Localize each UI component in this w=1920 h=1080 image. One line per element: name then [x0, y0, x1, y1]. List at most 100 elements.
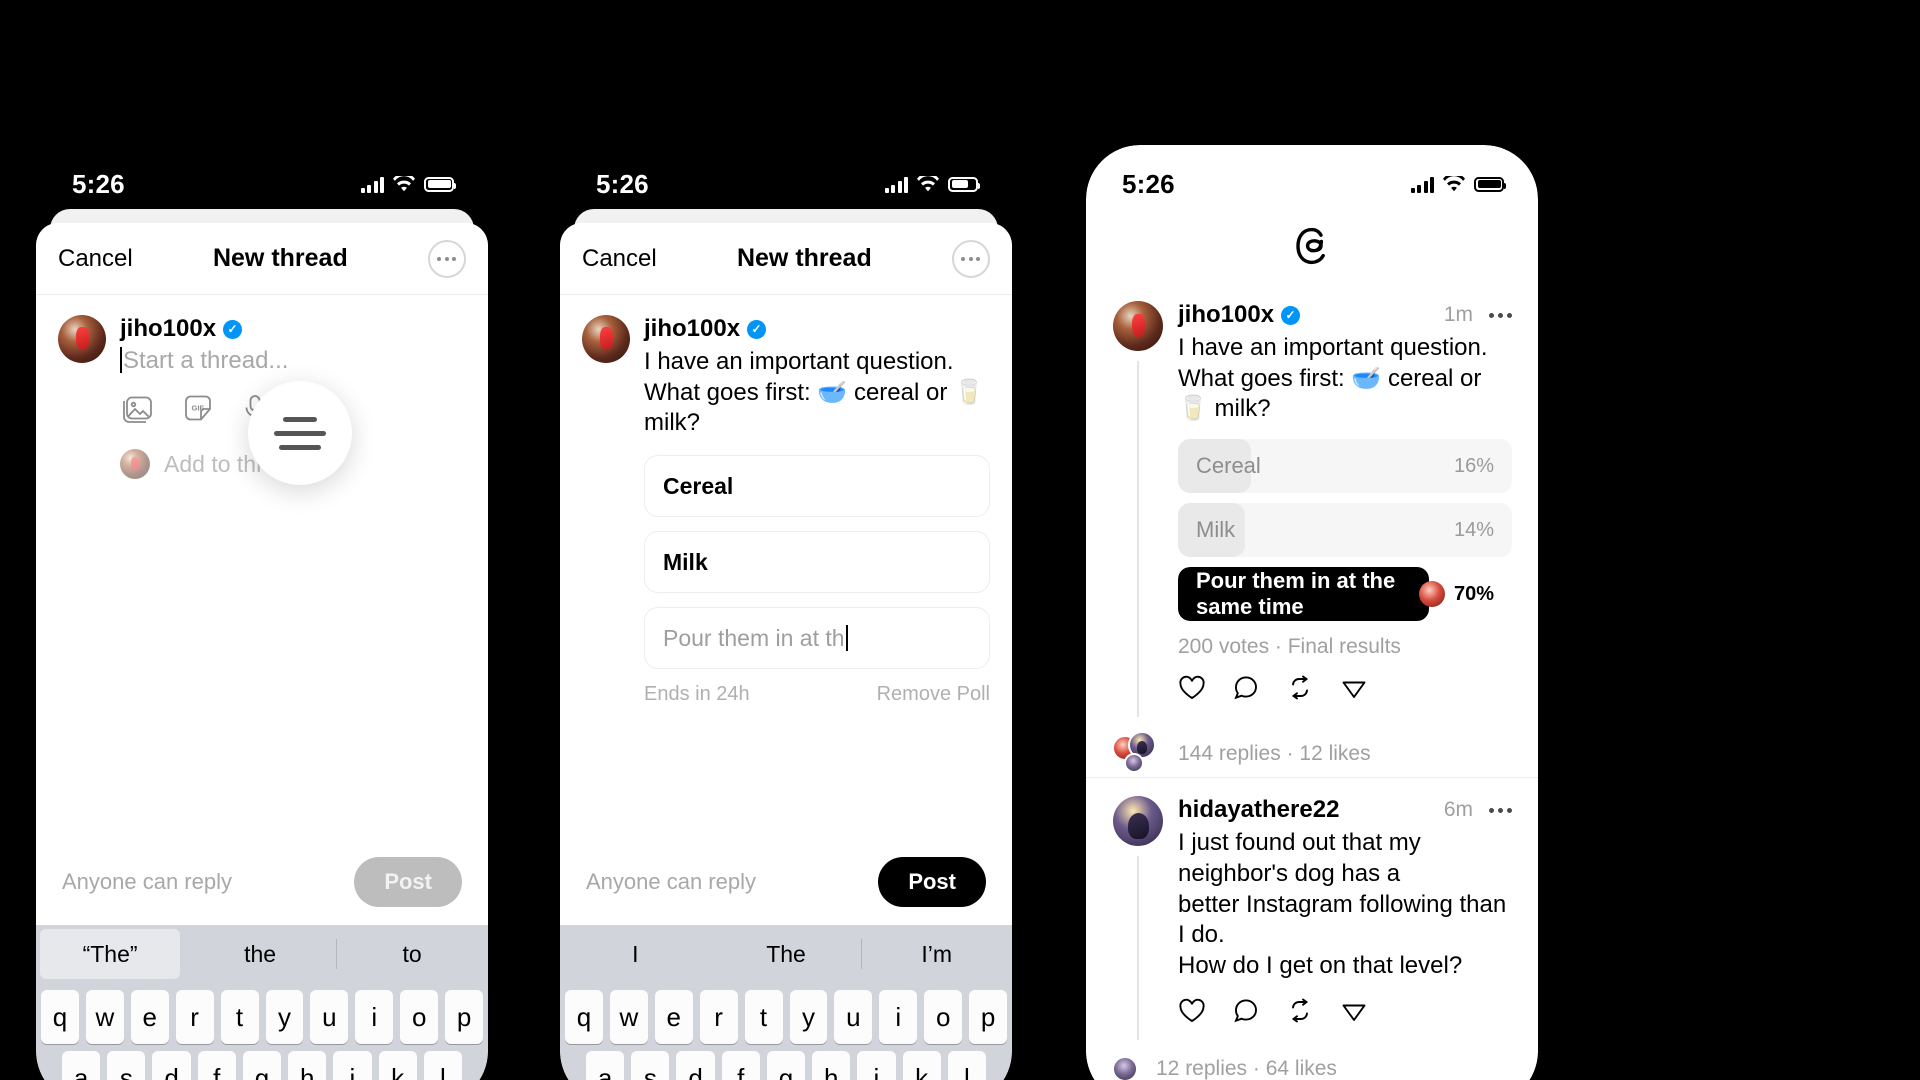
milk-emoji-icon: 🥛: [1178, 395, 1208, 423]
key-d[interactable]: d: [676, 1051, 715, 1080]
voter-avatar: [1418, 581, 1445, 608]
post-button[interactable]: Post: [354, 857, 462, 907]
status-icons: [360, 176, 456, 193]
poll-meta-row: Ends in 24h Remove Poll: [644, 683, 990, 706]
poll-duration-label[interactable]: Ends in 24h: [644, 683, 750, 706]
poll-result-row[interactable]: Cereal 16%: [1178, 439, 1512, 494]
avatar[interactable]: [1113, 301, 1163, 351]
key-i[interactable]: i: [879, 990, 918, 1044]
poll-votes-summary: 200 votes · Final results: [1178, 635, 1401, 659]
key-o[interactable]: o: [924, 990, 963, 1044]
key-r[interactable]: r: [175, 990, 214, 1044]
key-d[interactable]: d: [152, 1051, 191, 1080]
key-o[interactable]: o: [400, 990, 439, 1044]
key-h[interactable]: h: [812, 1051, 851, 1080]
milk-emoji-icon: 🥛: [954, 378, 984, 406]
key-u[interactable]: u: [834, 990, 873, 1044]
key-k[interactable]: k: [378, 1051, 417, 1080]
key-p[interactable]: p: [969, 990, 1008, 1044]
thread-text[interactable]: I have an important question. What goes …: [644, 347, 990, 439]
key-w[interactable]: w: [609, 990, 648, 1044]
suggestion-1[interactable]: the: [184, 925, 336, 983]
key-s[interactable]: s: [631, 1051, 670, 1080]
poll-result-row-winner[interactable]: Pour them in at the same time 70%: [1178, 567, 1512, 622]
audience-label[interactable]: Anyone can reply: [62, 869, 232, 895]
key-j[interactable]: j: [857, 1051, 896, 1080]
more-options-icon[interactable]: [427, 239, 466, 278]
post-engagement-row[interactable]: 12 replies · 64 likes: [1112, 1054, 1512, 1080]
key-a[interactable]: a: [586, 1051, 625, 1080]
key-a[interactable]: a: [62, 1051, 101, 1080]
avatar[interactable]: [58, 315, 106, 363]
thread-placeholder-row[interactable]: Start a thread...: [120, 347, 466, 375]
composer-username: jiho100x ✓: [644, 315, 990, 343]
post-engagement-row[interactable]: 144 replies · 12 likes: [1112, 731, 1512, 777]
poll-option-1-input[interactable]: Cereal: [644, 455, 990, 518]
cereal-emoji-icon: 🥣: [1351, 364, 1382, 392]
keyboard-row-1: q w e r t y u i o p: [560, 983, 1012, 1044]
suggestion-0[interactable]: I: [560, 925, 711, 983]
key-l[interactable]: l: [947, 1051, 986, 1080]
suggestion-2[interactable]: I’m: [861, 925, 1012, 983]
remove-poll-button[interactable]: Remove Poll: [877, 683, 990, 706]
key-l[interactable]: l: [423, 1051, 462, 1080]
poll-result-row[interactable]: Milk 14%: [1178, 503, 1512, 558]
poll-option-3-value: Pour them in at th: [663, 624, 845, 651]
key-t[interactable]: t: [220, 990, 259, 1044]
key-f[interactable]: f: [197, 1051, 236, 1080]
repost-icon[interactable]: [1286, 675, 1314, 701]
audience-label[interactable]: Anyone can reply: [586, 869, 756, 895]
suggestion-0[interactable]: “The”: [40, 929, 181, 979]
key-y[interactable]: y: [789, 990, 828, 1044]
post-username[interactable]: jiho100x ✓: [1178, 301, 1301, 329]
comment-bubble-icon[interactable]: [1232, 998, 1260, 1024]
key-g[interactable]: g: [766, 1051, 806, 1080]
avatar-small: [1112, 1055, 1138, 1080]
share-paperplane-icon[interactable]: [1340, 998, 1368, 1024]
more-options-icon[interactable]: [1489, 807, 1512, 813]
share-paperplane-icon[interactable]: [1340, 675, 1368, 701]
key-q[interactable]: q: [564, 990, 603, 1044]
key-p[interactable]: p: [445, 990, 484, 1044]
key-k[interactable]: k: [902, 1051, 941, 1080]
gif-icon[interactable]: GIF: [182, 393, 214, 423]
key-u[interactable]: u: [310, 990, 349, 1044]
like-heart-icon[interactable]: [1178, 998, 1206, 1024]
more-options-icon[interactable]: [951, 239, 990, 278]
photo-icon[interactable]: [120, 393, 154, 423]
key-e[interactable]: e: [130, 990, 169, 1044]
poll-option-2-input[interactable]: Milk: [644, 531, 990, 594]
post-header: jiho100x ✓ 1m: [1178, 301, 1512, 329]
key-r[interactable]: r: [699, 990, 738, 1044]
like-heart-icon[interactable]: [1178, 675, 1206, 701]
avatar[interactable]: [582, 315, 630, 363]
poll-result-label: Milk: [1196, 517, 1236, 543]
comment-bubble-icon[interactable]: [1232, 675, 1260, 701]
post-username[interactable]: hidayathere22: [1178, 796, 1339, 824]
key-y[interactable]: y: [265, 990, 304, 1044]
poll-option-3-input[interactable]: Pour them in at th: [644, 607, 990, 670]
more-options-icon[interactable]: [1489, 312, 1512, 318]
key-f[interactable]: f: [721, 1051, 760, 1080]
key-t[interactable]: t: [744, 990, 783, 1044]
post-button[interactable]: Post: [878, 857, 986, 907]
key-e[interactable]: e: [654, 990, 693, 1044]
suggestion-2[interactable]: to: [336, 925, 488, 983]
phone2-sheet-header: Cancel New thread: [560, 223, 1012, 295]
key-i[interactable]: i: [355, 990, 394, 1044]
suggestion-1[interactable]: The: [711, 925, 862, 983]
cancel-button[interactable]: Cancel: [58, 245, 133, 273]
post-timestamp: 1m: [1443, 303, 1473, 326]
key-s[interactable]: s: [107, 1051, 146, 1080]
repost-icon[interactable]: [1286, 998, 1314, 1024]
thread-connector-line: [1137, 361, 1139, 718]
key-h[interactable]: h: [288, 1051, 327, 1080]
poll-icon[interactable]: [248, 381, 352, 485]
key-g[interactable]: g: [242, 1051, 282, 1080]
key-j[interactable]: j: [333, 1051, 372, 1080]
key-w[interactable]: w: [85, 990, 124, 1044]
post-text-line-1: I just found out that my neighbor's dog …: [1178, 829, 1421, 887]
key-q[interactable]: q: [40, 990, 79, 1044]
avatar[interactable]: [1113, 796, 1163, 847]
cancel-button[interactable]: Cancel: [582, 245, 657, 273]
